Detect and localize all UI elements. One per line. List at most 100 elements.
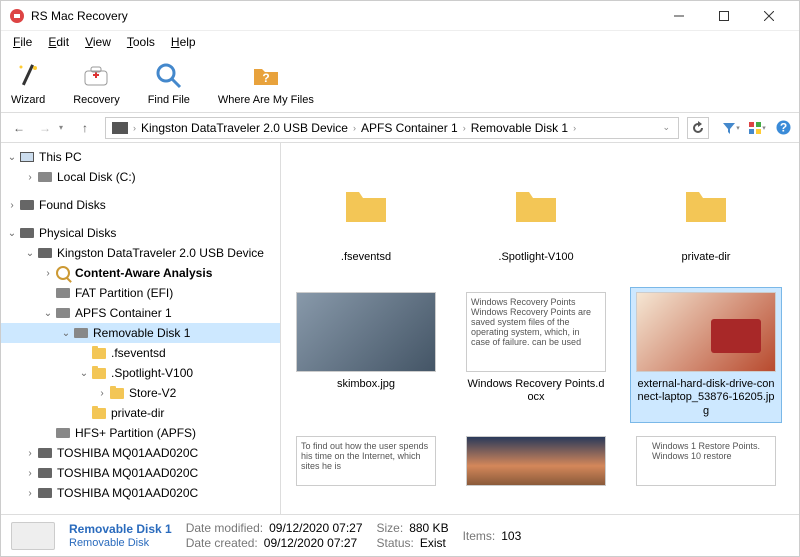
item-label: external-hard-disk-drive-connect-laptop_…: [635, 378, 777, 418]
navbar: ← → ▾ ↑ › Kingston DataTraveler 2.0 USB …: [1, 113, 799, 143]
breadcrumb-dropdown[interactable]: ⌄: [656, 122, 676, 133]
help-icon[interactable]: ?: [773, 118, 793, 138]
item-label: private-dir: [682, 251, 731, 264]
status-items-value: 103: [501, 529, 521, 543]
where-files-button[interactable]: ? Where Are My Files: [218, 60, 314, 106]
nav-forward[interactable]: →: [33, 116, 57, 140]
status-mod-label: Date modified:: [186, 521, 263, 535]
tree-toshiba-3[interactable]: ›TOSHIBA MQ01AAD020C: [1, 483, 280, 503]
tree-panel: ⌄This PC ›Local Disk (C:) ›Found Disks ⌄…: [1, 143, 281, 514]
folder-item[interactable]: .fseventsd: [291, 161, 441, 268]
tree-fseventsd[interactable]: .fseventsd: [1, 343, 280, 363]
folder-icon: [91, 365, 107, 381]
breadcrumb-seg-3[interactable]: Removable Disk 1: [467, 121, 572, 135]
file-item[interactable]: external-hard-disk-drive-connect-laptop_…: [631, 288, 781, 422]
tree-toshiba-1[interactable]: ›TOSHIBA MQ01AAD020C: [1, 443, 280, 463]
status-size-label: Size:: [377, 521, 404, 535]
file-item[interactable]: Windows Recovery Points Windows Recovery…: [461, 288, 611, 422]
item-label: Windows Recovery Points.docx: [465, 378, 607, 404]
nav-history-dropdown[interactable]: ▾: [59, 123, 71, 132]
menu-tools[interactable]: Tools: [119, 33, 163, 51]
tree-spotlight[interactable]: ⌄.Spotlight-V100: [1, 363, 280, 383]
folder-icon: [109, 385, 125, 401]
toolbar: Wizard Recovery Find File ? Where Are My…: [1, 53, 799, 113]
folder-question-icon: ?: [250, 60, 282, 92]
disk-icon: [37, 169, 53, 185]
item-label: .Spotlight-V100: [498, 251, 573, 264]
recovery-button[interactable]: Recovery: [73, 60, 119, 106]
menu-file[interactable]: File: [5, 33, 40, 51]
tree-fat-partition[interactable]: FAT Partition (EFI): [1, 283, 280, 303]
breadcrumb[interactable]: › Kingston DataTraveler 2.0 USB Device ›…: [105, 117, 679, 139]
folder-icon: [636, 165, 776, 245]
menu-view[interactable]: View: [77, 33, 119, 51]
breadcrumb-seg-1[interactable]: Kingston DataTraveler 2.0 USB Device: [137, 121, 352, 135]
view-options-icon[interactable]: ▾: [747, 118, 767, 138]
drive-icon: [37, 485, 53, 501]
tree-found-disks[interactable]: ›Found Disks: [1, 195, 280, 215]
status-mod-value: 09/12/2020 07:27: [269, 521, 362, 535]
main: ⌄This PC ›Local Disk (C:) ›Found Disks ⌄…: [1, 143, 799, 514]
statusbar: Removable Disk 1 Removable Disk Date mod…: [1, 514, 799, 556]
menu-help[interactable]: Help: [163, 33, 204, 51]
file-item[interactable]: To find out how the user spends his time…: [291, 432, 441, 490]
tree-content-aware[interactable]: ›Content-Aware Analysis: [1, 263, 280, 283]
image-thumbnail: [296, 292, 436, 372]
folder-icon: [296, 165, 436, 245]
disk-icon: [55, 285, 71, 301]
find-file-button[interactable]: Find File: [148, 60, 190, 106]
wand-icon: [12, 60, 44, 92]
file-item[interactable]: skimbox.jpg: [291, 288, 441, 422]
refresh-button[interactable]: [687, 117, 709, 139]
folder-item[interactable]: private-dir: [631, 161, 781, 268]
tree-removable-disk[interactable]: ⌄Removable Disk 1: [1, 323, 280, 343]
minimize-button[interactable]: [656, 2, 701, 30]
breadcrumb-seg-2[interactable]: APFS Container 1: [357, 121, 462, 135]
tree-physical-disks[interactable]: ⌄Physical Disks: [1, 223, 280, 243]
tree-kingston[interactable]: ⌄Kingston DataTraveler 2.0 USB Device: [1, 243, 280, 263]
item-label: .fseventsd: [341, 251, 391, 264]
disk-icon: [55, 305, 71, 321]
tree-apfs-container[interactable]: ⌄APFS Container 1: [1, 303, 280, 323]
image-thumbnail: [466, 436, 606, 486]
folder-icon: [466, 165, 606, 245]
wizard-button[interactable]: Wizard: [11, 60, 45, 106]
maximize-button[interactable]: [701, 2, 746, 30]
filter-icon[interactable]: ▾: [721, 118, 741, 138]
tree-hfs-partition[interactable]: HFS+ Partition (APFS): [1, 423, 280, 443]
drive-icon: [37, 465, 53, 481]
folder-item[interactable]: .Spotlight-V100: [461, 161, 611, 268]
tree-toshiba-2[interactable]: ›TOSHIBA MQ01AAD020C: [1, 463, 280, 483]
status-created-value: 09/12/2020 07:27: [264, 536, 357, 550]
status-status-label: Status:: [377, 536, 414, 550]
doc-thumbnail: Windows Recovery Points Windows Recovery…: [466, 292, 606, 372]
magnify-icon: [55, 265, 71, 281]
status-status-value: Exist: [420, 536, 446, 550]
where-files-label: Where Are My Files: [218, 94, 314, 106]
nav-back[interactable]: ←: [7, 116, 31, 140]
nav-up[interactable]: ↑: [73, 116, 97, 140]
folder-icon: [91, 345, 107, 361]
recovery-label: Recovery: [73, 94, 119, 106]
close-button[interactable]: [746, 2, 791, 30]
breadcrumb-root-icon[interactable]: [108, 122, 132, 134]
disk-icon: [55, 425, 71, 441]
chevron-right-icon: ›: [572, 123, 577, 133]
file-item[interactable]: [461, 432, 611, 490]
aid-kit-icon: [80, 60, 112, 92]
find-file-label: Find File: [148, 94, 190, 106]
svg-text:?: ?: [779, 121, 786, 135]
tree-local-disk[interactable]: ›Local Disk (C:): [1, 167, 280, 187]
file-item[interactable]: Windows 1 Restore Points. Windows 10 res…: [631, 432, 781, 490]
tree-private-dir[interactable]: private-dir: [1, 403, 280, 423]
tree-store-v2[interactable]: ›Store-V2: [1, 383, 280, 403]
disk-icon: [11, 522, 55, 550]
wizard-label: Wizard: [11, 94, 45, 106]
menu-edit[interactable]: Edit: [40, 33, 77, 51]
magnify-icon: [153, 60, 185, 92]
drive-icon: [37, 445, 53, 461]
tree-this-pc[interactable]: ⌄This PC: [1, 147, 280, 167]
doc-thumbnail: Windows 1 Restore Points. Windows 10 res…: [636, 436, 776, 486]
image-thumbnail: [636, 292, 776, 372]
drive-icon: [19, 197, 35, 213]
